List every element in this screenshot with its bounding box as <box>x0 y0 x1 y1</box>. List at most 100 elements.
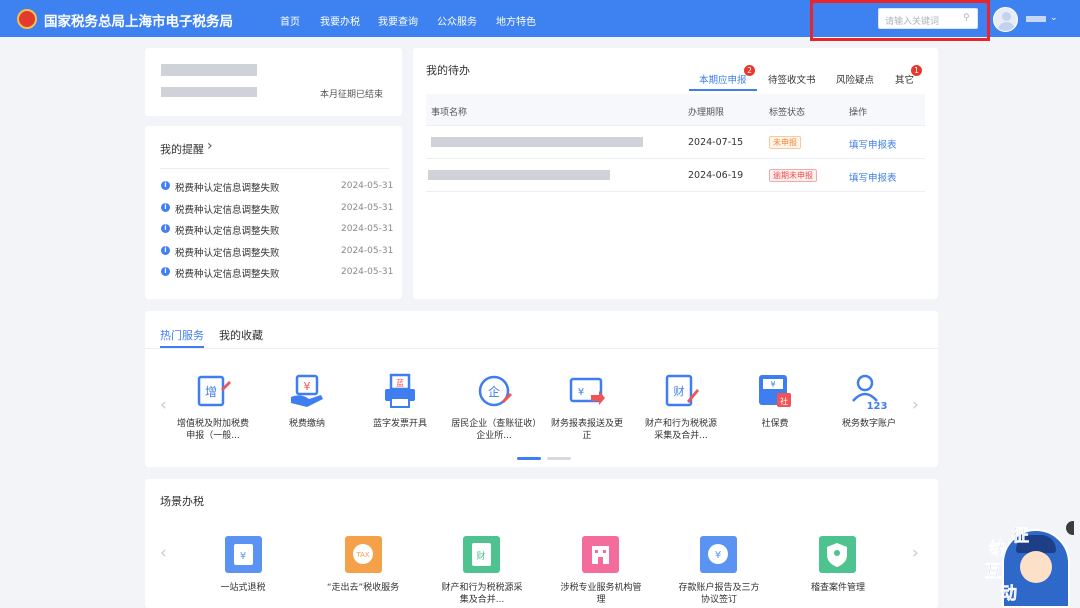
svg-text:¥: ¥ <box>240 551 246 562</box>
scene-item-going-out[interactable]: TAX “走出去”税收服务 <box>319 536 407 594</box>
vat-declare-icon: 增 <box>197 375 231 407</box>
reminder-date: 2024-05-31 <box>341 181 394 191</box>
mascot-widget[interactable]: 征 纳 互 动 <box>982 521 1074 608</box>
nav-local-feature[interactable]: 地方特色 <box>496 13 536 28</box>
scene-label: 稽查案件管理 <box>810 583 865 593</box>
mascot-char: 动 <box>1000 584 1018 605</box>
svg-text:¥: ¥ <box>304 380 311 393</box>
carousel-prev-icon[interactable]: ‹ <box>160 543 167 563</box>
info-icon: i <box>161 203 170 212</box>
highlight-box <box>810 0 990 41</box>
scenes-title: 场景办税 <box>160 495 204 508</box>
table-row: 2024-06-19 逾期未申报 填写申报表 <box>426 159 925 192</box>
tab-other[interactable]: 其它 <box>895 72 914 86</box>
nav-public-service[interactable]: 公众服务 <box>437 13 477 28</box>
refund-icon: ¥ <box>225 536 262 573</box>
reminder-date: 2024-05-31 <box>341 224 394 234</box>
agency-icon <box>582 536 619 573</box>
service-item-property-tax[interactable]: 财 财产和行为税税源采集及合并... <box>641 371 721 442</box>
reminder-item[interactable]: 税费种认定信息调整失败 <box>175 180 280 194</box>
service-item-payment[interactable]: ¥ 税费缴纳 <box>267 371 347 430</box>
svg-text:¥: ¥ <box>578 387 584 398</box>
nav-home[interactable]: 首页 <box>280 13 300 28</box>
chevron-right-icon[interactable]: › <box>207 138 213 154</box>
scene-label: 涉税专业服务机构管理 <box>560 583 642 605</box>
scene-item-property[interactable]: 财 财产和行为税税源采集及合并... <box>439 536 525 606</box>
social-security-icon: ¥ 社 <box>759 375 791 407</box>
service-item-enterprise-income[interactable]: 企 居民企业（查账征收）企业所... <box>451 371 537 442</box>
service-label: 税务数字账户 <box>841 419 896 429</box>
property-tax-icon: 财 <box>665 374 699 407</box>
status-badge: 逾期未申报 <box>769 169 817 182</box>
carousel-dot-active[interactable] <box>517 457 541 460</box>
nav-handle-tax[interactable]: 我要办税 <box>320 13 360 28</box>
active-tab-indicator <box>689 89 757 91</box>
chevron-down-icon[interactable]: ⌄ <box>1050 13 1058 23</box>
reminders-card: 我的提醒 › i 税费种认定信息调整失败 2024-05-31 i 税费种认定信… <box>145 126 402 299</box>
reminder-item[interactable]: 税费种认定信息调整失败 <box>175 245 280 259</box>
tab-documents[interactable]: 待签收文书 <box>768 72 816 86</box>
svg-text:社: 社 <box>780 396 788 406</box>
scenes-card: 场景办税 ‹ › ¥ 一站式退税 TAX “走出去”税收服务 财 财产和行为税税… <box>145 479 938 608</box>
svg-text:财: 财 <box>476 550 485 562</box>
avatar[interactable] <box>993 7 1018 32</box>
reminders-title[interactable]: 我的提醒 <box>160 141 204 157</box>
svg-text:TAX: TAX <box>355 551 370 559</box>
enterprise-income-icon: 企 <box>478 375 512 407</box>
carousel-prev-icon[interactable]: ‹ <box>160 395 167 415</box>
scene-label: “走出去”税收服务 <box>326 583 400 593</box>
tab-badge: 1 <box>911 65 922 76</box>
table-row: 2024-07-15 未申报 填写申报表 <box>426 126 925 159</box>
tab-favorites[interactable]: 我的收藏 <box>219 327 263 343</box>
info-icon: i <box>161 246 170 255</box>
bank-account-icon: ¥ <box>700 536 737 573</box>
service-label: 社保费 <box>761 419 789 429</box>
service-label: 财务报表报送及更正 <box>550 419 623 441</box>
reminder-item[interactable]: 税费种认定信息调整失败 <box>175 266 280 280</box>
svg-text:财: 财 <box>674 384 685 398</box>
tab-badge: 2 <box>744 65 755 76</box>
service-item-social-security[interactable]: ¥ 社 社保费 <box>735 371 815 430</box>
item-name-redacted <box>428 170 610 180</box>
todo-card: 我的待办 本期应申报 2 待签收文书 风险疑点 其它 1 事项名称 办理期限 标… <box>413 48 938 299</box>
scene-item-inspection[interactable]: 稽查案件管理 <box>795 536 881 594</box>
period-status: 本月征期已结束 <box>320 90 384 100</box>
reminder-item[interactable]: 税费种认定信息调整失败 <box>175 202 280 216</box>
service-item-digital-account[interactable]: 123 税务数字账户 <box>829 371 909 430</box>
scene-label: 财产和行为税税源采集及合并... <box>441 583 523 605</box>
tab-risk[interactable]: 风险疑点 <box>836 72 874 86</box>
nav-query[interactable]: 我要查询 <box>378 13 418 28</box>
info-icon: i <box>161 267 170 276</box>
divider <box>145 348 938 349</box>
fill-declaration-link[interactable]: 填写申报表 <box>849 137 897 151</box>
profile-card: 本月征期已结束 <box>145 48 402 116</box>
tab-hot-services[interactable]: 热门服务 <box>160 327 204 343</box>
carousel-next-icon[interactable]: › <box>912 543 919 563</box>
company-name-redacted <box>161 64 257 76</box>
tax-going-out-icon: TAX <box>345 536 382 573</box>
scene-item-refund[interactable]: ¥ 一站式退税 <box>203 536 283 594</box>
carousel-dot[interactable] <box>547 457 571 460</box>
col-action: 操作 <box>849 108 868 118</box>
service-item-financial-report[interactable]: ¥ 财务报表报送及更正 <box>547 371 627 442</box>
table-header: 事项名称 办理期限 标签状态 操作 <box>426 94 925 126</box>
site-title: 国家税务总局上海市电子税务局 <box>44 14 233 30</box>
reminder-item[interactable]: 税费种认定信息调整失败 <box>175 223 280 237</box>
tax-payment-icon: ¥ <box>291 374 323 407</box>
divider <box>160 168 389 169</box>
scene-item-bank-account[interactable]: ¥ 存款账户报告及三方协议签订 <box>676 536 762 606</box>
scene-item-agency[interactable]: 涉税专业服务机构管理 <box>558 536 644 606</box>
fill-declaration-link[interactable]: 填写申报表 <box>849 170 897 184</box>
svg-text:增: 增 <box>205 385 217 399</box>
item-name-redacted <box>431 137 643 147</box>
col-status: 标签状态 <box>769 108 806 118</box>
tab-current-declare[interactable]: 本期应申报 <box>699 72 747 86</box>
service-item-invoice[interactable]: 蓝 蓝字发票开具 <box>360 371 440 430</box>
collapse-handle[interactable] <box>1066 521 1074 535</box>
svg-text:蓝: 蓝 <box>396 378 404 388</box>
svg-text:¥: ¥ <box>715 550 721 561</box>
user-name-redacted[interactable] <box>1026 16 1046 22</box>
deadline: 2024-07-15 <box>688 137 744 148</box>
carousel-next-icon[interactable]: › <box>912 395 919 415</box>
service-item-vat[interactable]: 增 增值税及附加税费申报（一般... <box>173 371 253 442</box>
